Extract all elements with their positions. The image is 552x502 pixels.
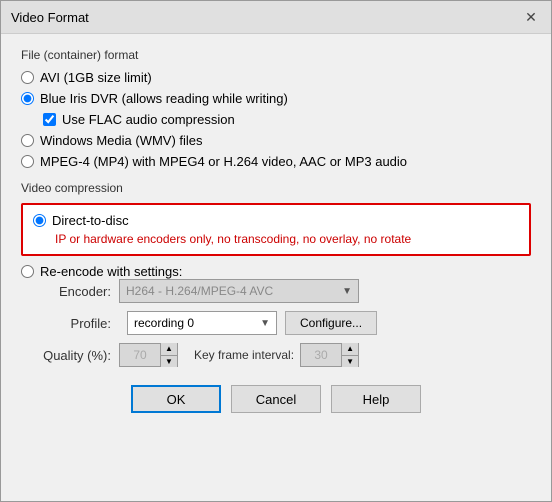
encoder-combo[interactable]: H264 - H.264/MPEG-4 AVC ▼: [119, 279, 359, 303]
blue-iris-option[interactable]: Blue Iris DVR (allows reading while writ…: [21, 91, 531, 106]
encoder-combo-arrow: ▼: [342, 286, 352, 297]
flac-label: Use FLAC audio compression: [62, 112, 235, 127]
close-button[interactable]: ✕: [521, 7, 541, 27]
direct-to-disc-box: Direct-to-disc IP or hardware encoders o…: [21, 203, 531, 256]
blue-iris-radio[interactable]: [21, 92, 34, 105]
wmv-radio[interactable]: [21, 134, 34, 147]
video-compression-section-label: Video compression: [21, 181, 531, 195]
video-compression-divider: Video compression: [21, 181, 531, 195]
keyframe-increment-button[interactable]: ▲: [342, 343, 358, 356]
profile-label: Profile:: [41, 316, 111, 331]
ok-button[interactable]: OK: [131, 385, 221, 413]
keyframe-spinner-buttons: ▲ ▼: [341, 343, 358, 367]
keyframe-spinner[interactable]: 30 ▲ ▼: [300, 343, 359, 367]
profile-combo-arrow: ▼: [260, 318, 270, 329]
quality-increment-button[interactable]: ▲: [161, 343, 177, 356]
dialog-content: File (container) format AVI (1GB size li…: [1, 34, 551, 441]
encoder-value: H264 - H.264/MPEG-4 AVC: [126, 284, 273, 298]
mpeg4-option[interactable]: MPEG-4 (MP4) with MPEG4 or H.264 video, …: [21, 154, 531, 169]
keyframe-decrement-button[interactable]: ▼: [342, 356, 358, 368]
file-format-section-label: File (container) format: [21, 48, 531, 62]
keyframe-section: Key frame interval: 30 ▲ ▼: [194, 343, 359, 367]
quality-decrement-button[interactable]: ▼: [161, 356, 177, 368]
flac-option[interactable]: Use FLAC audio compression: [43, 112, 531, 127]
cancel-button[interactable]: Cancel: [231, 385, 321, 413]
wmv-option[interactable]: Windows Media (WMV) files: [21, 133, 531, 148]
quality-label: Quality (%):: [41, 348, 111, 363]
keyframe-input[interactable]: 30: [301, 344, 341, 366]
quality-row: Quality (%): 70 ▲ ▼ Key frame interval: …: [41, 343, 531, 367]
quality-spinner-buttons: ▲ ▼: [160, 343, 177, 367]
quality-left: Quality (%): 70 ▲ ▼: [41, 343, 178, 367]
button-row: OK Cancel Help: [21, 385, 531, 427]
title-bar: Video Format ✕: [1, 1, 551, 34]
direct-disc-option[interactable]: Direct-to-disc: [33, 213, 519, 228]
mpeg4-radio[interactable]: [21, 155, 34, 168]
keyframe-label: Key frame interval:: [194, 348, 294, 362]
help-button[interactable]: Help: [331, 385, 421, 413]
profile-row: Profile: recording 0 ▼ Configure...: [41, 311, 531, 335]
mpeg4-label: MPEG-4 (MP4) with MPEG4 or H.264 video, …: [40, 154, 407, 169]
avi-radio[interactable]: [21, 71, 34, 84]
dialog-title: Video Format: [11, 10, 89, 25]
direct-disc-label: Direct-to-disc: [52, 213, 129, 228]
avi-label: AVI (1GB size limit): [40, 70, 152, 85]
profile-combo[interactable]: recording 0 ▼: [127, 311, 277, 335]
quality-input[interactable]: 70: [120, 344, 160, 366]
reencode-radio[interactable]: [21, 265, 34, 278]
quality-spinner[interactable]: 70 ▲ ▼: [119, 343, 178, 367]
configure-button[interactable]: Configure...: [285, 311, 377, 335]
direct-disc-note: IP or hardware encoders only, no transco…: [55, 232, 519, 246]
video-format-dialog: Video Format ✕ File (container) format A…: [0, 0, 552, 502]
flac-checkbox[interactable]: [43, 113, 56, 126]
encoder-row: Encoder: H264 - H.264/MPEG-4 AVC ▼: [41, 279, 531, 303]
reencode-section: Re-encode with settings: Encoder: H264 -…: [21, 264, 531, 367]
profile-value: recording 0: [134, 316, 194, 330]
blue-iris-label: Blue Iris DVR (allows reading while writ…: [40, 91, 288, 106]
reencode-option[interactable]: Re-encode with settings:: [21, 264, 531, 279]
direct-disc-radio[interactable]: [33, 214, 46, 227]
avi-option[interactable]: AVI (1GB size limit): [21, 70, 531, 85]
file-format-radio-group: AVI (1GB size limit) Blue Iris DVR (allo…: [21, 70, 531, 169]
wmv-label: Windows Media (WMV) files: [40, 133, 203, 148]
reencode-label: Re-encode with settings:: [40, 264, 182, 279]
encoder-label: Encoder:: [41, 284, 111, 299]
